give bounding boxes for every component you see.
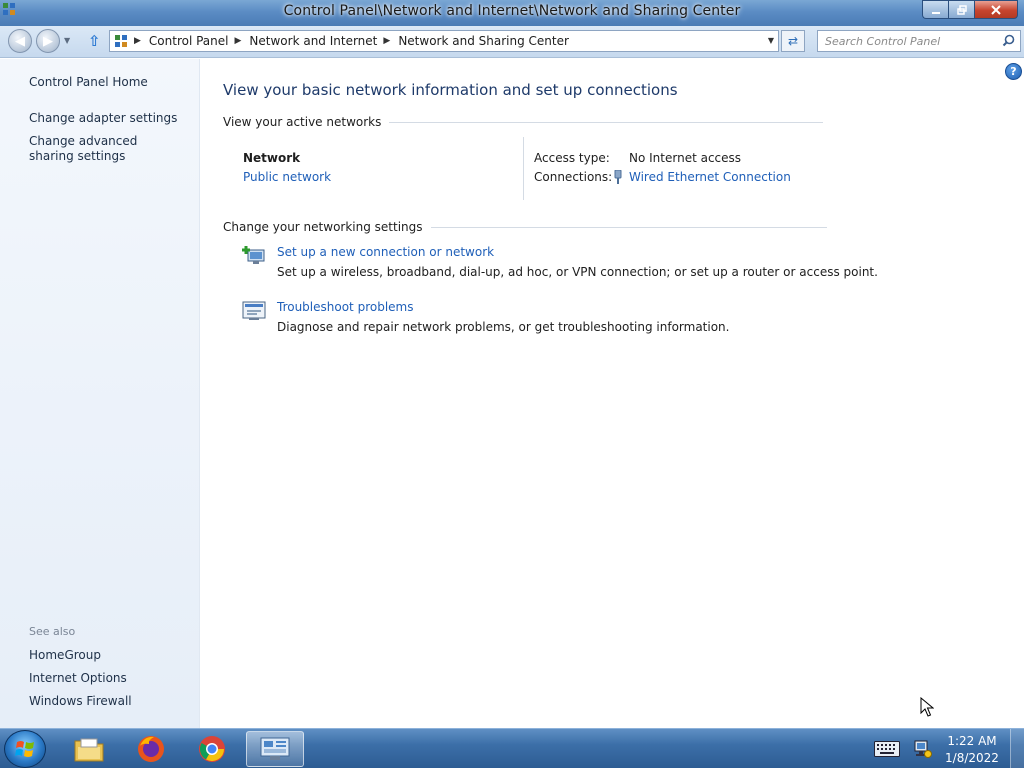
- taskbar-file-explorer[interactable]: [60, 731, 118, 767]
- taskbar-control-panel[interactable]: [246, 731, 304, 767]
- active-networks-heading-text: View your active networks: [223, 115, 382, 129]
- setup-new-connection-link[interactable]: Set up a new connection or network: [277, 245, 494, 259]
- refresh-button[interactable]: ⇄: [781, 30, 805, 52]
- breadcrumb-chevron-icon[interactable]: ▶: [134, 36, 141, 46]
- access-type-label: Access type:: [534, 151, 610, 165]
- search-input[interactable]: [818, 31, 998, 51]
- minimize-icon: [931, 11, 940, 14]
- minimize-button[interactable]: [922, 0, 948, 19]
- clock-time: 1:22 AM: [947, 734, 997, 748]
- active-networks-heading: View your active networks: [223, 115, 824, 129]
- restore-button[interactable]: [948, 0, 974, 19]
- network-location-link[interactable]: Public network: [243, 170, 331, 184]
- up-arrow-icon: ⇧: [88, 32, 101, 50]
- system-clock[interactable]: 1:22 AM 1/8/2022: [940, 733, 1004, 767]
- ethernet-icon: [614, 170, 622, 184]
- windows-firewall-link[interactable]: Windows Firewall: [29, 694, 132, 709]
- address-dropdown-icon[interactable]: ▼: [768, 36, 774, 45]
- taskbar: 1:22 AM 1/8/2022: [0, 728, 1024, 768]
- breadcrumb-network-sharing-center[interactable]: Network and Sharing Center: [398, 34, 569, 48]
- show-desktop-button[interactable]: [1010, 729, 1024, 768]
- forward-button[interactable]: ▶: [36, 29, 60, 53]
- start-button[interactable]: [4, 730, 46, 768]
- taskbar-firefox[interactable]: [122, 731, 180, 767]
- divider: [523, 137, 524, 200]
- wired-ethernet-connection-link[interactable]: Wired Ethernet Connection: [629, 170, 791, 184]
- networking-settings-heading: Change your networking settings: [223, 220, 827, 234]
- divider: [389, 121, 824, 123]
- task-pane: Control Panel Home Change adapter settin…: [0, 59, 200, 728]
- window-controls: [922, 0, 1018, 19]
- control-panel-icon: [260, 737, 290, 760]
- chrome-icon: [199, 736, 225, 762]
- back-button[interactable]: ◀: [8, 29, 32, 53]
- forward-arrow-icon: ▶: [43, 33, 53, 49]
- recent-pages-dropdown[interactable]: ▼: [64, 36, 70, 45]
- control-panel-home-link[interactable]: Control Panel Home: [29, 75, 148, 90]
- breadcrumb-chevron-icon[interactable]: ▶: [235, 36, 242, 46]
- keyboard-icon[interactable]: [874, 741, 900, 757]
- page-title: View your basic network information and …: [223, 81, 678, 99]
- see-also-label: See also: [29, 625, 76, 638]
- file-explorer-icon: [74, 738, 104, 762]
- taskbar-chrome[interactable]: [183, 731, 241, 767]
- close-icon: [991, 4, 1001, 15]
- help-icon[interactable]: ?: [1005, 63, 1022, 80]
- network-status-icon[interactable]: [914, 739, 932, 759]
- network-name: Network: [243, 151, 301, 165]
- firefox-icon: [138, 736, 164, 762]
- title-bar: Control Panel\Network and Internet\Netwo…: [0, 0, 1024, 26]
- troubleshoot-problems-description: Diagnose and repair network problems, or…: [277, 320, 730, 334]
- divider: [430, 226, 827, 228]
- internet-options-link[interactable]: Internet Options: [29, 671, 127, 686]
- refresh-icon: ⇄: [787, 34, 799, 48]
- up-button[interactable]: ⇧: [88, 32, 101, 50]
- back-arrow-icon: ◀: [15, 33, 25, 49]
- window-title: Control Panel\Network and Internet\Netwo…: [283, 3, 741, 19]
- windows-logo-icon: [15, 741, 34, 757]
- connections-label: Connections:: [534, 170, 613, 184]
- breadcrumb-control-panel[interactable]: Control Panel: [149, 34, 229, 48]
- restore-icon: [956, 4, 967, 15]
- troubleshoot-problems-link[interactable]: Troubleshoot problems: [277, 300, 413, 314]
- access-type-value: No Internet access: [629, 151, 742, 165]
- mouse-cursor-icon: [920, 697, 934, 717]
- search-icon[interactable]: [1002, 34, 1015, 47]
- breadcrumb-chevron-icon[interactable]: ▶: [383, 36, 390, 46]
- change-adapter-settings-link[interactable]: Change adapter settings: [29, 111, 177, 126]
- homegroup-link[interactable]: HomeGroup: [29, 648, 101, 663]
- setup-new-connection-description: Set up a wireless, broadband, dial-up, a…: [277, 265, 878, 279]
- control-panel-icon: [115, 35, 127, 47]
- new-connection-icon: [242, 246, 265, 264]
- networking-settings-heading-text: Change your networking settings: [223, 220, 423, 234]
- close-button[interactable]: [974, 0, 1018, 19]
- navigation-bar: ◀ ▶ ▼ ⇧ ▶ Control Panel ▶ Network and In…: [0, 26, 1024, 58]
- troubleshoot-icon: [242, 301, 266, 320]
- address-bar[interactable]: ▶ Control Panel ▶ Network and Internet ▶…: [109, 30, 779, 52]
- change-advanced-sharing-link[interactable]: Change advanced sharing settings: [29, 134, 179, 164]
- breadcrumb-network-and-internet[interactable]: Network and Internet: [249, 34, 377, 48]
- clock-date: 1/8/2022: [945, 751, 999, 765]
- search-box[interactable]: [817, 30, 1021, 52]
